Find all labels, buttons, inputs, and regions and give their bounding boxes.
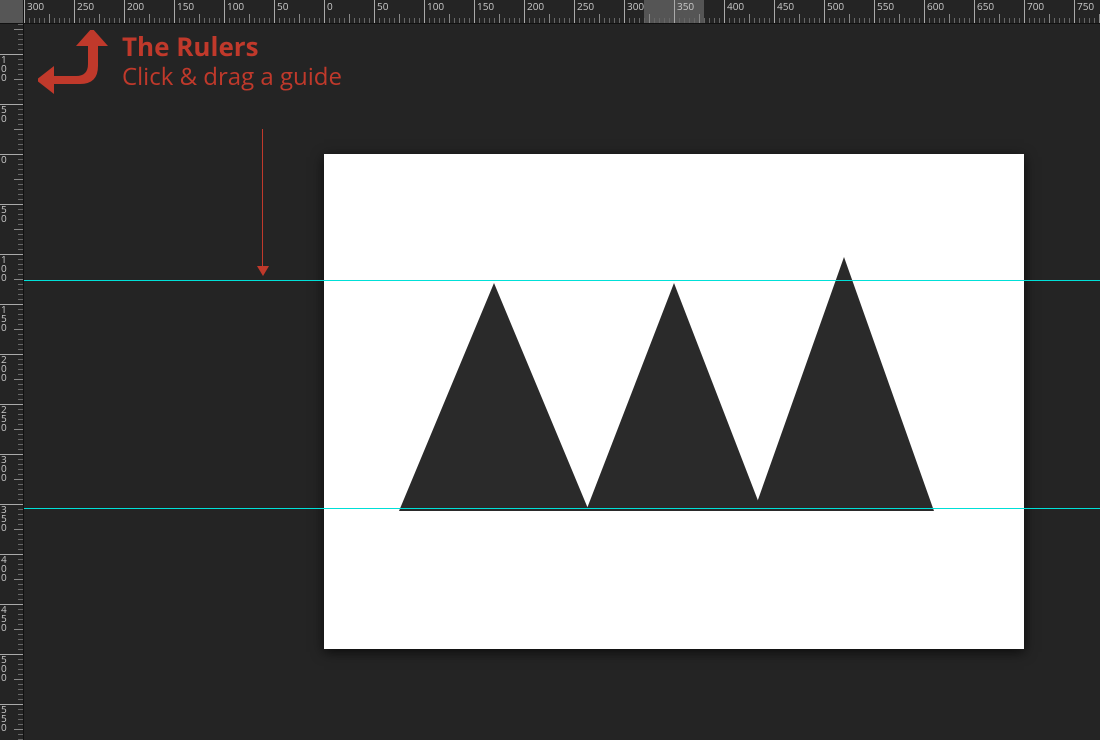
ruler-h-label: 500 [825,0,844,12]
ruler-h-label: 750 [1075,0,1094,12]
ruler-v-label: 450 [0,605,10,632]
ruler-h-label: 150 [475,0,494,12]
triangle-shape[interactable] [586,280,762,511]
ruler-v-label: 150 [0,305,10,332]
ruler-v-label: 250 [0,405,10,432]
triangle-shape[interactable] [754,254,934,511]
ruler-v-label: 350 [0,505,10,532]
ruler-v-label: 100 [0,255,10,282]
ruler-h-label: 100 [225,0,244,12]
triangle-shape[interactable] [399,280,589,511]
ruler-v-label: 0 [0,155,10,164]
ruler-h-label: 550 [875,0,894,12]
ruler-v-label: 50 [0,105,10,123]
ruler-h-label: 400 [725,0,744,12]
ruler-v-label: 300 [0,455,10,482]
ruler-h-label: 100 [425,0,444,12]
ruler-h-label: 600 [925,0,944,12]
ruler-v-label: 400 [0,555,10,582]
ruler-v-label: 200 [0,355,10,382]
ruler-h-label: 300 [25,0,44,12]
ruler-horizontal[interactable]: 3002502001501005005010015020025030035040… [24,0,1100,24]
canvas[interactable] [324,154,1024,649]
ruler-h-label: 50 [275,0,288,12]
ruler-h-label: 50 [375,0,388,12]
ruler-h-label: 250 [575,0,594,12]
ruler-h-label: 200 [125,0,144,12]
ruler-v-label: 550 [0,705,10,732]
ruler-h-label: 300 [625,0,644,12]
ruler-v-label: 100 [0,55,10,82]
ruler-origin-corner[interactable] [0,0,24,24]
ruler-h-label: 350 [675,0,694,12]
ruler-h-label: 700 [1025,0,1044,12]
ruler-h-label: 0 [325,0,333,12]
ruler-h-label: 250 [75,0,94,12]
ruler-vertical[interactable]: 1005005010015020025030035040045050055060… [0,24,24,740]
ruler-h-label: 150 [175,0,194,12]
ruler-h-label: 200 [525,0,544,12]
ruler-h-label: 450 [775,0,794,12]
ruler-v-label: 50 [0,205,10,223]
ruler-h-label: 650 [975,0,994,12]
ruler-v-label: 500 [0,655,10,682]
workspace[interactable] [24,24,1100,740]
